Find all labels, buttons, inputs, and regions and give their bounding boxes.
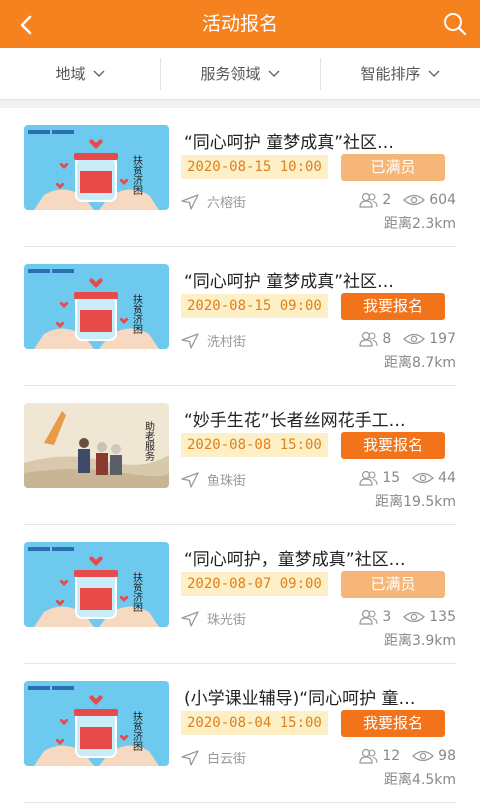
location-arrow-icon xyxy=(181,610,199,627)
participant-count: 15 xyxy=(382,470,401,486)
activity-title: “同心呵护 童梦成真”社区… xyxy=(184,133,395,153)
view-count: 98 xyxy=(438,748,456,764)
location-arrow-icon xyxy=(181,332,199,349)
location-arrow-icon xyxy=(181,471,199,488)
top-app-bar: 活动报名 xyxy=(0,0,480,48)
view-count: 197 xyxy=(429,331,456,347)
search-icon[interactable] xyxy=(442,11,468,37)
participant-count: 3 xyxy=(382,609,392,625)
image-caption: 扶贫济困 xyxy=(131,154,143,196)
location-label: 白云街 xyxy=(207,752,247,767)
full-status-button[interactable]: 已满员 xyxy=(341,154,445,181)
people-icon xyxy=(359,192,378,208)
register-button[interactable]: 我要报名 xyxy=(341,432,445,459)
activity-title: “妙手生花”长者丝网花手工… xyxy=(184,411,406,431)
activity-title: (小学课业辅导)“同心呵护 童… xyxy=(184,689,416,709)
activity-stats: 12 98 xyxy=(358,748,456,764)
eye-icon xyxy=(412,472,435,484)
filter-region-label: 地域 xyxy=(55,65,86,83)
activity-stats: 8 197 xyxy=(358,331,456,347)
activity-location: 白云街 xyxy=(181,748,246,767)
activity-thumbnail[interactable]: 扶贫济困 xyxy=(24,681,169,766)
eye-icon xyxy=(412,750,435,762)
location-arrow-icon xyxy=(181,193,199,210)
activity-list: 扶贫济困 “同心呵护 童梦成真”社区… 2020-08-15 10:00 已满员… xyxy=(0,108,480,803)
filter-service-field-label: 服务领域 xyxy=(200,65,261,83)
filter-region[interactable]: 地域 xyxy=(0,48,160,99)
people-icon xyxy=(359,748,378,764)
people-icon xyxy=(359,331,378,347)
eye-icon xyxy=(403,194,426,206)
filter-service-field[interactable]: 服务领域 xyxy=(160,48,320,99)
chevron-down-icon xyxy=(428,70,439,77)
activity-list-item[interactable]: 扶贫济困 “同心呵护，童梦成真”社区… 2020-08-07 09:00 已满员… xyxy=(24,525,456,664)
view-count: 44 xyxy=(438,470,456,486)
activity-location: 六榕街 xyxy=(181,192,246,211)
activity-thumbnail[interactable]: 扶贫济困 xyxy=(24,264,169,349)
image-caption: 助老服务 xyxy=(143,420,155,462)
register-button[interactable]: 我要报名 xyxy=(341,710,445,737)
distance-label: 距离19.5km xyxy=(375,494,456,510)
activity-datetime: 2020-08-15 09:00 xyxy=(181,294,328,318)
location-label: 鱼珠街 xyxy=(207,474,247,489)
activity-stats: 2 604 xyxy=(358,192,456,208)
register-button[interactable]: 我要报名 xyxy=(341,293,445,320)
filter-smart-sort-label: 智能排序 xyxy=(360,65,421,83)
location-arrow-icon xyxy=(181,749,199,766)
activity-stats: 3 135 xyxy=(358,609,456,625)
activity-list-item[interactable]: 扶贫济困 “同心呵护 童梦成真”社区… 2020-08-15 10:00 已满员… xyxy=(24,108,456,247)
distance-label: 距离3.9km xyxy=(383,633,456,649)
activity-datetime: 2020-08-07 09:00 xyxy=(181,572,328,596)
participant-count: 2 xyxy=(382,192,392,208)
activity-location: 洗村街 xyxy=(181,331,246,350)
chevron-down-icon xyxy=(268,70,279,77)
filter-bar: 地域 服务领域 智能排序 xyxy=(0,48,480,100)
activity-thumbnail[interactable]: 扶贫济困 xyxy=(24,542,169,627)
image-caption: 扶贫济困 xyxy=(131,571,143,613)
location-label: 洗村街 xyxy=(207,335,247,350)
section-divider xyxy=(0,100,480,108)
activity-location: 珠光街 xyxy=(181,609,246,628)
location-label: 六榕街 xyxy=(207,196,247,211)
activity-datetime: 2020-08-08 15:00 xyxy=(181,433,328,457)
page-title: 活动报名 xyxy=(201,13,278,35)
participant-count: 8 xyxy=(382,331,392,347)
distance-label: 距离8.7km xyxy=(383,355,456,371)
activity-datetime: 2020-08-15 10:00 xyxy=(181,155,328,179)
activity-title: “同心呵护，童梦成真”社区… xyxy=(184,550,406,570)
distance-label: 距离2.3km xyxy=(383,216,456,232)
chevron-down-icon xyxy=(93,70,104,77)
activity-list-item[interactable]: 助老服务 “妙手生花”长者丝网花手工… 2020-08-08 15:00 我要报… xyxy=(24,386,456,525)
view-count: 135 xyxy=(429,609,456,625)
activity-list-item[interactable]: 扶贫济困 “同心呵护 童梦成真”社区… 2020-08-15 09:00 我要报… xyxy=(24,247,456,386)
activity-thumbnail[interactable]: 助老服务 xyxy=(24,403,169,488)
image-caption: 扶贫济困 xyxy=(131,293,143,335)
people-icon xyxy=(359,470,378,486)
activity-list-item[interactable]: 扶贫济困 (小学课业辅导)“同心呵护 童… 2020-08-04 15:00 我… xyxy=(24,664,456,803)
people-icon xyxy=(359,609,378,625)
eye-icon xyxy=(403,333,426,345)
activity-stats: 15 44 xyxy=(358,470,456,486)
activity-title: “同心呵护 童梦成真”社区… xyxy=(184,272,395,292)
activity-datetime: 2020-08-04 15:00 xyxy=(181,711,328,735)
activity-location: 鱼珠街 xyxy=(181,470,246,489)
filter-smart-sort[interactable]: 智能排序 xyxy=(320,48,480,99)
participant-count: 12 xyxy=(382,748,401,764)
activity-thumbnail[interactable]: 扶贫济困 xyxy=(24,125,169,210)
distance-label: 距离4.5km xyxy=(383,772,456,788)
location-label: 珠光街 xyxy=(207,613,247,628)
view-count: 604 xyxy=(429,192,456,208)
full-status-button[interactable]: 已满员 xyxy=(341,571,445,598)
image-caption: 扶贫济困 xyxy=(131,710,143,752)
eye-icon xyxy=(403,611,426,623)
